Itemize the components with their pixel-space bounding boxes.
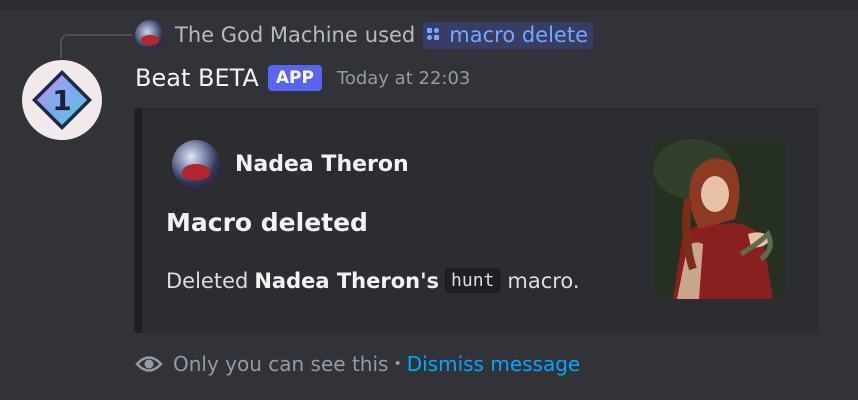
embed-description: Deleted Nadea Theron's hunt macro.: [166, 268, 580, 293]
invoker-name[interactable]: The God Machine: [175, 23, 358, 47]
embed-author: Nadea Theron: [172, 140, 409, 188]
eye-icon: [135, 356, 163, 372]
macro-name-code: hunt: [445, 268, 501, 293]
message-embed: Nadea Theron Macro deleted Deleted Nadea…: [134, 108, 819, 333]
desc-prefix: Deleted: [166, 268, 249, 293]
embed-author-avatar: [172, 140, 220, 188]
reply-connector-line: [60, 34, 132, 58]
command-mention[interactable]: macro delete: [423, 21, 594, 49]
command-name: macro delete: [449, 22, 589, 47]
embed-author-name: Nadea Theron: [235, 151, 409, 177]
apps-icon: [427, 27, 441, 42]
avatar-number: 1: [52, 84, 71, 117]
command-reply-context: The God Machine used macro delete: [135, 18, 594, 52]
invoker-avatar[interactable]: [135, 20, 165, 50]
bot-avatar[interactable]: 1: [22, 60, 102, 140]
bot-username[interactable]: Beat BETA: [135, 64, 259, 92]
character-portrait-image: [653, 139, 787, 299]
message-timestamp[interactable]: Today at 22:03: [337, 68, 470, 89]
ephemeral-footer: Only you can see this • Dismiss message: [135, 352, 580, 376]
used-label: used: [364, 23, 416, 47]
desc-suffix: macro.: [507, 268, 580, 293]
top-divider: [0, 0, 858, 10]
desc-character-name: Nadea Theron's: [254, 268, 440, 293]
app-badge: APP: [267, 65, 322, 91]
embed-title: Macro deleted: [166, 208, 368, 237]
visibility-note: Only you can see this: [173, 352, 389, 376]
dismiss-message-link[interactable]: Dismiss message: [407, 352, 581, 376]
footer-separator: •: [393, 356, 402, 372]
message-header: Beat BETA APP Today at 22:03: [135, 64, 470, 92]
diamond-number-icon: 1: [32, 70, 92, 130]
embed-thumbnail[interactable]: [653, 139, 787, 299]
